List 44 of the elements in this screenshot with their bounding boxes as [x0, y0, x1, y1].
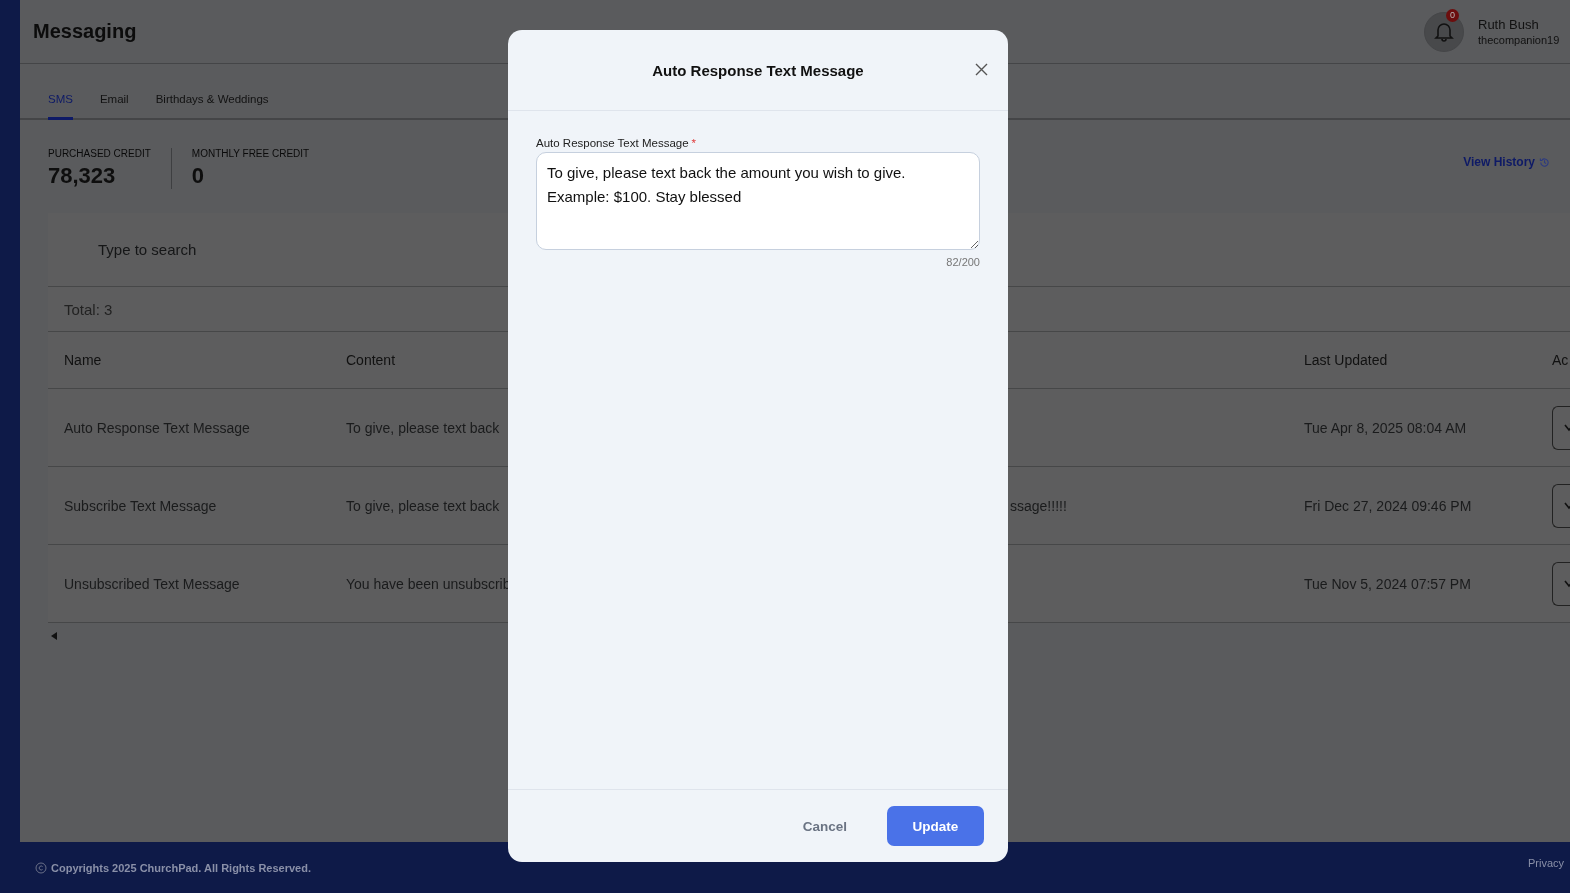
table-cell-text: Subscribe Text Message [64, 497, 218, 514]
column-header: Name [64, 352, 103, 368]
privacy-link[interactable]: Privacy [1527, 856, 1564, 869]
scroll-left-icon[interactable] [51, 632, 57, 640]
table-cell-text: Tue Apr 8, 2025 08:04 AM [1304, 419, 1468, 436]
close-button[interactable] [975, 63, 988, 76]
credit-value: 78,323 [48, 162, 117, 189]
update-button[interactable]: Update [887, 806, 984, 846]
total-count: Total: 3 [64, 300, 113, 318]
credit-value: 0 [191, 162, 206, 189]
table-cell-text: Fri Dec 27, 2024 09:46 PM [1304, 497, 1473, 514]
table-cell-text: You have been unsubscrib [346, 575, 512, 592]
page-title: Messaging [33, 20, 137, 43]
message-textarea[interactable]: To give, please text back the amount you wish to give. Example: $100. Stay blessed [536, 152, 980, 250]
tab[interactable]: Email [99, 86, 129, 120]
notification-button[interactable]: 0 [1424, 11, 1464, 52]
table-cell-text: To give, please text back [346, 497, 501, 514]
notification-badge: 0 [1446, 8, 1459, 22]
table-cell-text: Unsubscribed Text Message [64, 575, 241, 592]
required-asterisk: * [691, 137, 697, 149]
user-name: Ruth Bush [1478, 17, 1540, 32]
credit-label: MONTHLY FREE CREDIT [191, 147, 310, 159]
copyright-icon [35, 861, 47, 874]
table-cell-text: To give, please text back [346, 419, 501, 436]
history-icon [1539, 156, 1550, 168]
copyright-text: Copyrights 2025 ChurchPad. All Rights Reserved. [51, 861, 311, 874]
cancel-button[interactable]: Cancel [778, 806, 871, 846]
table-cell-text: Auto Response Text Message [64, 419, 251, 436]
modal-title: Auto Response Text Message [652, 61, 864, 79]
character-counter: 82/200 [946, 256, 980, 268]
search-field[interactable]: Type to search [96, 240, 400, 259]
column-header: Last Updated [1304, 352, 1389, 368]
table-cell: ssage!!!!! [1010, 497, 1067, 514]
tab[interactable]: SMS [48, 86, 73, 120]
column-header: Ac [1552, 352, 1570, 368]
user-email: thecompanion19 [1478, 34, 1561, 46]
bell-icon [1434, 20, 1454, 43]
field-label: Auto Response Text Message [536, 137, 689, 149]
tab[interactable]: Birthdays & Weddings [155, 86, 269, 120]
view-history-link[interactable]: View History [1463, 155, 1550, 169]
table-cell-text: Tue Nov 5, 2024 07:57 PM [1304, 575, 1472, 592]
credit-label: PURCHASED CREDIT [48, 147, 151, 159]
column-header: Content [346, 352, 397, 368]
close-icon [975, 63, 988, 76]
